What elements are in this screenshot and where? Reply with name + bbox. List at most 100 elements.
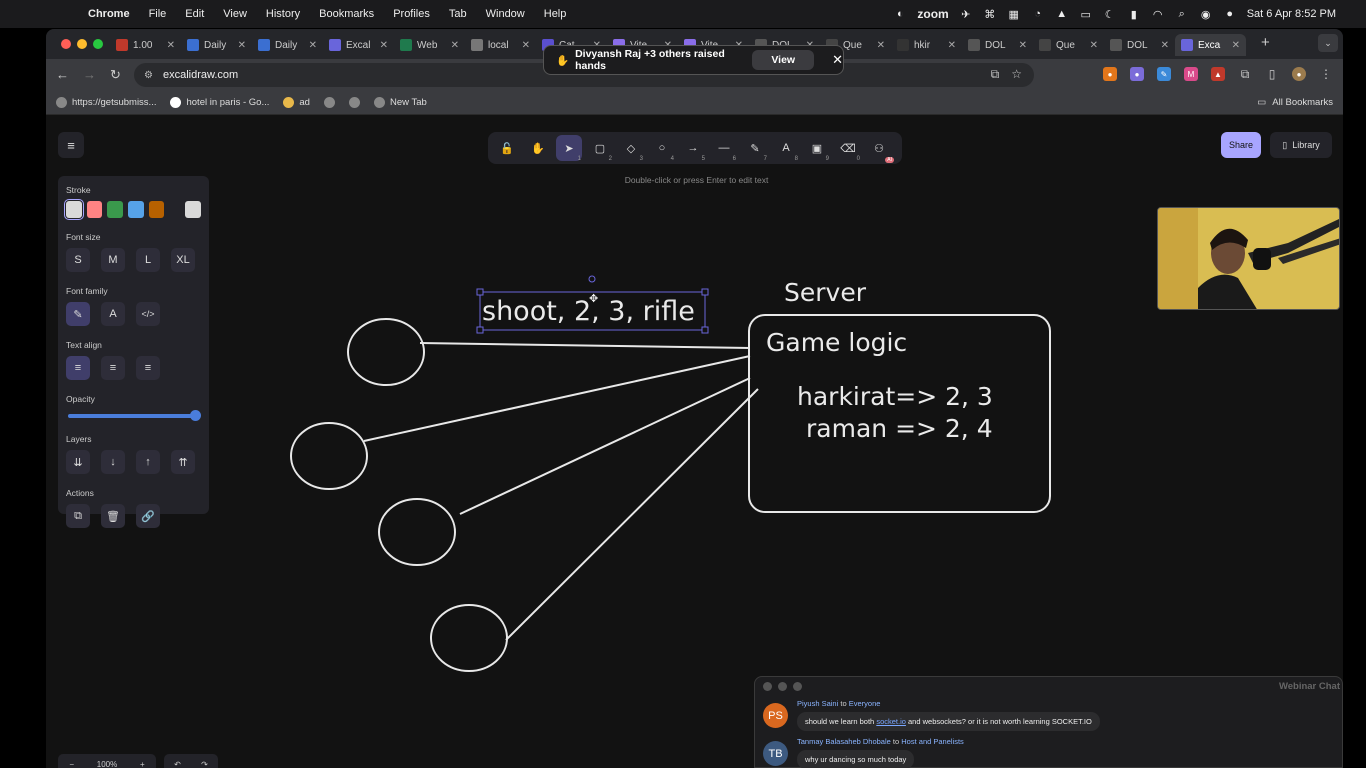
client-circle[interactable] bbox=[347, 318, 425, 386]
new-tab-button[interactable]: + bbox=[1261, 34, 1270, 51]
player-state-line[interactable]: raman => 2, 4 bbox=[806, 414, 993, 443]
client-circle[interactable] bbox=[378, 498, 456, 566]
chat-close-button[interactable] bbox=[763, 681, 772, 691]
tab-close-icon[interactable]: ✕ bbox=[238, 40, 246, 51]
zoom-status[interactable]: zoom bbox=[917, 7, 948, 21]
siri-icon[interactable]: ● bbox=[1223, 7, 1237, 21]
speedometer-icon[interactable]: ◔ bbox=[1031, 7, 1045, 21]
forward-icon[interactable]: → bbox=[83, 67, 96, 83]
back-icon[interactable]: ← bbox=[56, 67, 69, 83]
command-icon[interactable]: ⌘ bbox=[983, 7, 997, 21]
reload-icon[interactable]: ↻ bbox=[110, 67, 121, 83]
tab-close-icon[interactable]: ✕ bbox=[1232, 40, 1240, 51]
zoom-in-icon[interactable]: + bbox=[140, 760, 145, 768]
connection-line[interactable] bbox=[419, 342, 751, 349]
undo-icon[interactable]: ↶ bbox=[174, 760, 181, 768]
tab-close-icon[interactable]: ✕ bbox=[1161, 40, 1169, 51]
menu-file[interactable]: File bbox=[149, 8, 167, 20]
tab-close-icon[interactable]: ✕ bbox=[451, 40, 459, 51]
menu-tab[interactable]: Tab bbox=[449, 8, 467, 20]
server-label[interactable]: Server bbox=[784, 278, 867, 307]
socket-io-link[interactable]: socket.io bbox=[876, 717, 906, 726]
address-url[interactable]: excalidraw.com bbox=[163, 69, 238, 81]
menu-history[interactable]: History bbox=[266, 8, 300, 20]
extensions-puzzle-icon[interactable]: ⧉ bbox=[1238, 67, 1252, 81]
bookmark-item[interactable]: https://getsubmiss... bbox=[56, 97, 156, 108]
site-info-icon[interactable]: ⚙ bbox=[144, 70, 153, 81]
view-button[interactable]: View bbox=[752, 50, 815, 70]
browser-tab[interactable]: Que ✕ bbox=[1033, 34, 1104, 56]
all-bookmarks[interactable]: ▭ All Bookmarks bbox=[1257, 97, 1333, 108]
browser-tab[interactable]: DOL ✕ bbox=[1104, 34, 1175, 56]
chat-maximize-button[interactable] bbox=[793, 681, 802, 691]
tab-close-icon[interactable]: ✕ bbox=[877, 40, 885, 51]
clock[interactable]: Sat 6 Apr 8:52 PM bbox=[1247, 8, 1336, 20]
card-icon[interactable]: ▭ bbox=[1079, 7, 1093, 21]
metamask-extension-icon[interactable]: ● bbox=[1103, 67, 1117, 81]
browser-tab[interactable]: Web ✕ bbox=[394, 34, 465, 56]
resize-handle[interactable] bbox=[701, 326, 709, 334]
tab-close-icon[interactable]: ✕ bbox=[167, 40, 175, 51]
bookmark-item[interactable] bbox=[348, 97, 360, 108]
bookmark-item[interactable]: ad bbox=[283, 97, 310, 108]
extension-icon[interactable]: M bbox=[1184, 67, 1198, 81]
extension-icon[interactable]: ● bbox=[1130, 67, 1144, 81]
tab-close-icon[interactable]: ✕ bbox=[380, 40, 388, 51]
browser-tab[interactable]: hkir ✕ bbox=[891, 34, 962, 56]
menu-edit[interactable]: Edit bbox=[185, 8, 204, 20]
game-logic-label[interactable]: Game logic bbox=[766, 328, 907, 357]
browser-tab[interactable]: 1.00 ✕ bbox=[110, 34, 181, 56]
browser-tab[interactable]: DOL ✕ bbox=[962, 34, 1033, 56]
spotlight-search-icon[interactable]: ⌕ bbox=[1175, 7, 1189, 21]
browser-tab[interactable]: Daily ✕ bbox=[181, 34, 252, 56]
battery-icon[interactable]: ▮ bbox=[1127, 7, 1141, 21]
zoom-out-icon[interactable]: − bbox=[69, 760, 74, 768]
tab-close-icon[interactable]: ✕ bbox=[1090, 40, 1098, 51]
browser-tab[interactable]: Excal ✕ bbox=[323, 34, 394, 56]
tab-close-icon[interactable]: ✕ bbox=[1019, 40, 1027, 51]
extension-icon[interactable]: ▲ bbox=[1211, 67, 1225, 81]
redo-icon[interactable]: ↷ bbox=[201, 760, 208, 768]
browser-tab[interactable]: Exca ✕ bbox=[1175, 34, 1246, 56]
menu-app-name[interactable]: Chrome bbox=[88, 8, 130, 20]
tab-close-icon[interactable]: ✕ bbox=[309, 40, 317, 51]
sender-name[interactable]: Tanmay Balasaheb Dhobale bbox=[797, 737, 891, 746]
menu-bookmarks[interactable]: Bookmarks bbox=[319, 8, 374, 20]
resize-handle[interactable] bbox=[476, 288, 484, 296]
tab-search-button[interactable]: ⌄ bbox=[1318, 34, 1338, 52]
grid-icon[interactable]: ▦ bbox=[1007, 7, 1021, 21]
excalidraw-canvas[interactable]: ≡ 🔓 ✋ ➤ 1 ▢ 2 ◇ 3 ○ 4 → 5—6 ✎ 7 A 8 ▣ 9 ⌫ 0 ⚇ AI Double-click… bbox=[46, 116, 1343, 768]
sender-name[interactable]: Piyush Saini bbox=[797, 699, 838, 708]
menu-profiles[interactable]: Profiles bbox=[393, 8, 430, 20]
browser-tab[interactable]: Daily ✕ bbox=[252, 34, 323, 56]
extension-icon[interactable]: ✎ bbox=[1157, 67, 1171, 81]
client-circle[interactable] bbox=[430, 604, 508, 672]
tab-close-icon[interactable]: ✕ bbox=[522, 40, 530, 51]
connection-line[interactable] bbox=[459, 377, 751, 515]
profile-avatar[interactable]: ● bbox=[1292, 67, 1306, 81]
bookmark-item[interactable] bbox=[323, 97, 335, 108]
tab-close-icon[interactable]: ✕ bbox=[948, 40, 956, 51]
client-circle[interactable] bbox=[290, 422, 368, 490]
browser-tab[interactable]: local ✕ bbox=[465, 34, 536, 56]
bag-icon[interactable]: ▲ bbox=[1055, 7, 1069, 21]
connection-line[interactable] bbox=[363, 355, 751, 442]
chat-minimize-button[interactable] bbox=[778, 681, 787, 691]
side-panel-icon[interactable]: ▯ bbox=[1265, 67, 1279, 81]
screen-share-icon[interactable]: ◐ bbox=[893, 7, 907, 21]
wifi-icon[interactable]: ◠ bbox=[1151, 7, 1165, 21]
minimize-window-button[interactable] bbox=[77, 39, 87, 49]
moon-icon[interactable]: ☾ bbox=[1103, 7, 1117, 21]
close-icon[interactable]: ✕ bbox=[832, 52, 843, 68]
rotation-handle[interactable] bbox=[588, 275, 596, 283]
drawing-scene[interactable]: Server Game logic harkirat=> 2, 3 raman … bbox=[46, 116, 1343, 768]
resize-handle[interactable] bbox=[476, 326, 484, 334]
maximize-window-button[interactable] bbox=[93, 39, 103, 49]
menu-window[interactable]: Window bbox=[486, 8, 525, 20]
cast-icon[interactable]: ⧉ bbox=[991, 67, 1000, 82]
bookmark-item[interactable]: New Tab bbox=[373, 97, 427, 108]
zoom-level[interactable]: 100% bbox=[97, 760, 117, 768]
bookmark-item[interactable]: hotel in paris - Go... bbox=[170, 97, 269, 108]
resize-handle[interactable] bbox=[701, 288, 709, 296]
close-window-button[interactable] bbox=[61, 39, 71, 49]
